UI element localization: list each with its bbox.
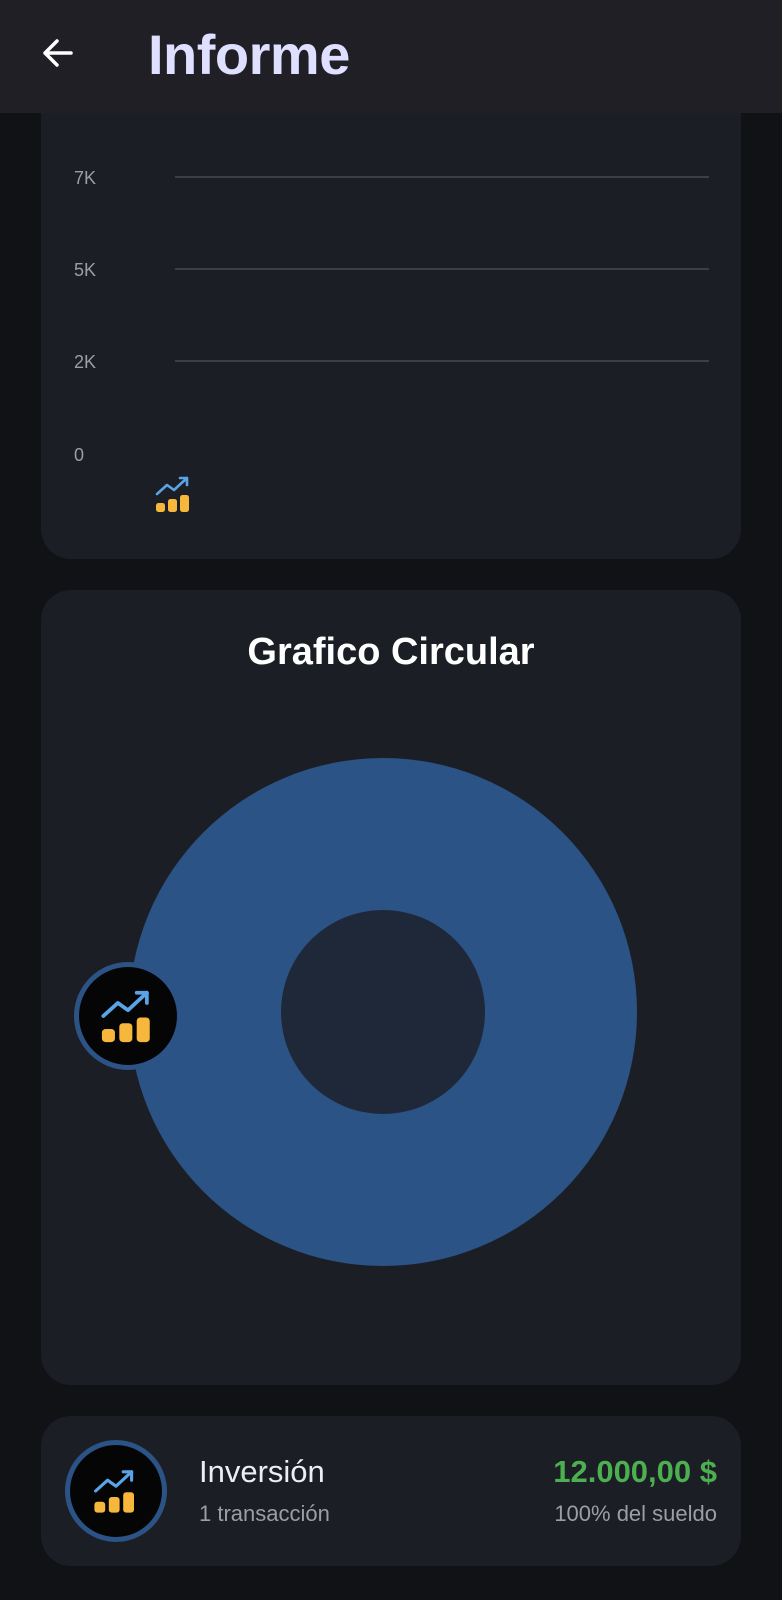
transaction-count: 1 transacción bbox=[199, 1501, 330, 1526]
investment-growth-icon bbox=[154, 474, 194, 514]
pie-chart-card: Grafico Circular bbox=[41, 590, 741, 1385]
slice-category-badge[interactable] bbox=[74, 962, 182, 1070]
y-tick-label: 0 bbox=[74, 445, 85, 465]
investment-growth-icon bbox=[101, 990, 150, 1043]
y-tick-label: 2K bbox=[74, 352, 97, 372]
donut-hole bbox=[281, 910, 485, 1114]
page-title: Informe bbox=[148, 23, 350, 86]
report-screen: Informe 7K 5K 2K 0 Grafico Circular Inve… bbox=[0, 0, 782, 1600]
back-button[interactable] bbox=[30, 26, 84, 80]
category-summary-card[interactable]: Inversión 1 transacción 12.000,00 $ 100%… bbox=[41, 1416, 741, 1566]
arrow-left-icon bbox=[43, 39, 73, 67]
grid-line bbox=[175, 360, 709, 362]
y-tick-label: 5K bbox=[74, 260, 97, 280]
category-name: Inversión bbox=[199, 1454, 325, 1489]
category-avatar bbox=[65, 1440, 167, 1542]
grid-line bbox=[175, 176, 709, 178]
bar-chart-card: 7K 5K 2K 0 bbox=[41, 70, 741, 559]
y-tick-label: 7K bbox=[74, 168, 97, 188]
app-bar: Informe bbox=[0, 0, 782, 113]
investment-growth-icon bbox=[94, 1470, 134, 1513]
category-percent: 100% del sueldo bbox=[554, 1501, 717, 1526]
grid-line bbox=[175, 268, 709, 270]
category-amount: 12.000,00 $ bbox=[553, 1454, 717, 1489]
